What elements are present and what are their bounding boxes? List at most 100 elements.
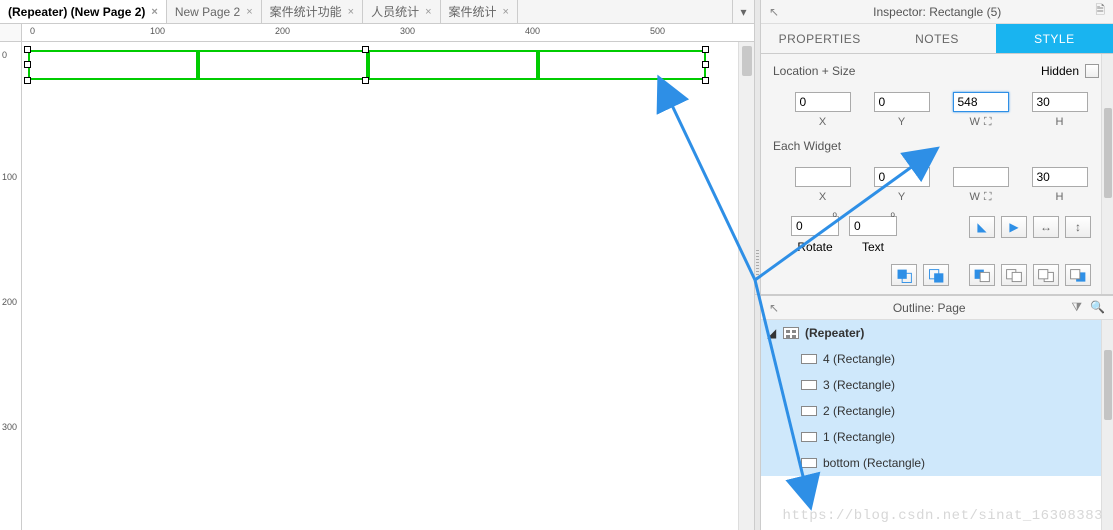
tab-stats-feature[interactable]: 案件统计功能 ×: [262, 0, 363, 23]
outline-item-rect[interactable]: 2 (Rectangle): [761, 398, 1113, 424]
ruler-vertical[interactable]: 0 100 200 300: [0, 42, 22, 530]
close-icon[interactable]: ×: [246, 6, 252, 18]
y-label: Y: [898, 116, 905, 128]
tab-properties[interactable]: PROPERTIES: [761, 24, 878, 54]
close-icon[interactable]: ×: [425, 6, 431, 18]
ruler-horizontal[interactable]: 0 100 200 300 400 500: [22, 24, 754, 42]
hidden-checkbox[interactable]: [1085, 64, 1099, 78]
ruler-tick: 400: [525, 26, 540, 36]
outline-item-rect[interactable]: 3 (Rectangle): [761, 372, 1113, 398]
flip-horizontal-button[interactable]: ◣: [969, 216, 995, 238]
tabs-dropdown[interactable]: ▾: [732, 0, 754, 23]
y-input[interactable]: [874, 92, 930, 112]
rectangle-icon: [801, 406, 817, 416]
panel-scrollbar[interactable]: [1101, 54, 1113, 294]
each-w-input[interactable]: [953, 167, 1009, 187]
tab-newpage2[interactable]: New Page 2 ×: [167, 0, 262, 23]
aspect-lock-icon[interactable]: ⛶: [984, 191, 992, 203]
tab-label: 人员统计: [371, 3, 419, 20]
outline-scrollbar[interactable]: [1101, 320, 1113, 530]
search-icon[interactable]: 🔍: [1090, 300, 1105, 315]
h-label: H: [1056, 116, 1064, 128]
resize-handle[interactable]: [24, 61, 31, 68]
each-widget-label: Each Widget: [773, 139, 841, 153]
canvas-wrap: 0 100 200 300 400 500 0 100 200 300: [0, 24, 754, 530]
rectangle-icon: [801, 432, 817, 442]
canvas-area: (Repeater) (New Page 2) × New Page 2 × 案…: [0, 0, 755, 530]
each-x-label: X: [819, 191, 826, 203]
h-input[interactable]: [1032, 92, 1088, 112]
inspector-title: Inspector: Rectangle (5): [779, 5, 1095, 19]
resize-handle[interactable]: [702, 61, 709, 68]
canvas-vscroll[interactable]: [738, 42, 754, 530]
note-icon[interactable]: 🗎: [1095, 1, 1105, 22]
x-input[interactable]: [795, 92, 851, 112]
order-1-button[interactable]: [969, 264, 995, 286]
document-tabs: (Repeater) (New Page 2) × New Page 2 × 案…: [0, 0, 754, 24]
canvas[interactable]: [22, 42, 754, 530]
resize-handle[interactable]: [702, 77, 709, 84]
outline-item-rect[interactable]: bottom (Rectangle): [761, 450, 1113, 476]
resize-handle[interactable]: [24, 46, 31, 53]
resize-handle[interactable]: [24, 77, 31, 84]
outline-panel: ↖ Outline: Page ⧩ 🔍 ◢ (Repeater) 4 (Rect…: [761, 295, 1113, 530]
tab-notes[interactable]: NOTES: [878, 24, 995, 54]
rect-3[interactable]: [368, 50, 538, 80]
ruler-tick: 100: [150, 26, 165, 36]
resize-handle[interactable]: [702, 46, 709, 53]
tab-person-stats[interactable]: 人员统计 ×: [363, 0, 440, 23]
flip-vertical-button[interactable]: ▶: [1001, 216, 1027, 238]
rectangle-icon: [801, 458, 817, 468]
filter-icon[interactable]: ⧩: [1071, 300, 1082, 315]
rotate-input[interactable]: [791, 216, 839, 236]
outline-item-rect[interactable]: 1 (Rectangle): [761, 424, 1113, 450]
text-rotate-input[interactable]: [849, 216, 897, 236]
each-h-input[interactable]: [1032, 167, 1088, 187]
rect-4[interactable]: [538, 50, 706, 80]
ruler-tick: 0: [30, 26, 35, 36]
outline-label: 4 (Rectangle): [823, 352, 895, 366]
order-4-button[interactable]: [1065, 264, 1091, 286]
rect-2[interactable]: [198, 50, 368, 80]
bring-front-button[interactable]: [891, 264, 917, 286]
hidden-label: Hidden: [1041, 64, 1079, 78]
w-input[interactable]: [953, 92, 1009, 112]
outline-item-repeater[interactable]: ◢ (Repeater): [761, 320, 1113, 346]
order-2-button[interactable]: [1001, 264, 1027, 286]
popout-icon[interactable]: ↖: [769, 5, 779, 19]
send-back-button[interactable]: [923, 264, 949, 286]
ruler-tick: 500: [650, 26, 665, 36]
outline-label: 2 (Rectangle): [823, 404, 895, 418]
ruler-tick: 200: [2, 297, 17, 307]
text-rotate-label: Text: [862, 240, 884, 254]
rectangle-icon: [801, 354, 817, 364]
popout-icon[interactable]: ↖: [769, 301, 779, 315]
outline-item-rect[interactable]: 4 (Rectangle): [761, 346, 1113, 372]
close-icon[interactable]: ×: [503, 6, 509, 18]
fit-width-button[interactable]: ↔: [1033, 216, 1059, 238]
style-panel: Location + Size Hidden X Y W⛶ H Each Wid…: [755, 54, 1113, 295]
each-y-label: Y: [898, 191, 905, 203]
aspect-lock-icon[interactable]: ⛶: [984, 116, 992, 128]
rect-1[interactable]: [28, 50, 198, 80]
order-3-button[interactable]: [1033, 264, 1059, 286]
tab-repeater[interactable]: (Repeater) (New Page 2) ×: [0, 0, 167, 23]
outline-title: Outline: Page: [787, 301, 1071, 315]
outline-label: 3 (Rectangle): [823, 378, 895, 392]
fit-height-button[interactable]: ↕: [1065, 216, 1091, 238]
x-label: X: [819, 116, 826, 128]
ruler-tick: 300: [2, 422, 17, 432]
inspector-panel: ↖ Inspector: Rectangle (5) 🗎 PROPERTIES …: [755, 0, 1113, 530]
tab-case-stats[interactable]: 案件统计 ×: [441, 0, 518, 23]
resize-handle[interactable]: [362, 46, 369, 53]
each-y-input[interactable]: [874, 167, 930, 187]
location-size-label: Location + Size: [773, 64, 855, 78]
close-icon[interactable]: ×: [348, 6, 354, 18]
resize-handle[interactable]: [362, 77, 369, 84]
tab-style[interactable]: STYLE: [996, 24, 1113, 54]
collapse-icon[interactable]: ◢: [767, 326, 777, 340]
ruler-tick: 100: [2, 172, 17, 182]
outline-label: (Repeater): [805, 326, 864, 340]
each-x-input[interactable]: [795, 167, 851, 187]
close-icon[interactable]: ×: [151, 6, 157, 18]
